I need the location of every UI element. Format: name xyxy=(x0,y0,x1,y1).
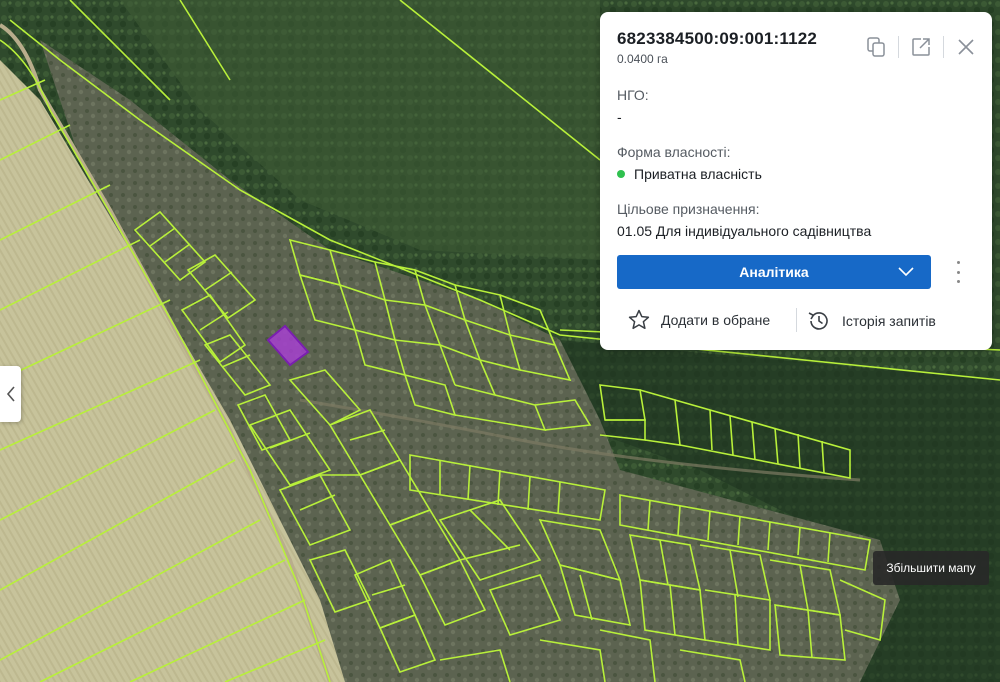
cadastral-number[interactable]: 6823384500:09:001:1122 xyxy=(617,29,817,49)
close-button[interactable] xyxy=(952,34,980,60)
purpose-value: 01.05 Для індивідуального садівництва xyxy=(617,223,872,239)
chevron-left-icon xyxy=(6,386,15,402)
ownership-label: Форма власності: xyxy=(617,144,731,160)
parcel-area: 0.0400 га xyxy=(617,52,668,66)
chevron-down-icon xyxy=(898,267,914,277)
ownership-value-text: Приватна власність xyxy=(634,166,762,182)
favorite-label: Додати в обране xyxy=(661,312,771,328)
panel-header-actions xyxy=(862,34,980,60)
add-to-favorites-button[interactable]: Додати в обране xyxy=(627,308,770,332)
external-link-icon xyxy=(912,38,930,56)
zoom-map-tooltip: Збільшити мапу xyxy=(873,551,989,585)
parcel-info-panel: 6823384500:09:001:1122 0.0400 га НГО: - … xyxy=(600,12,992,350)
history-label: Історія запитів xyxy=(842,313,936,329)
purpose-label: Цільове призначення: xyxy=(617,201,760,217)
open-external-button[interactable] xyxy=(907,34,935,60)
copy-button[interactable] xyxy=(862,34,890,60)
analytics-label: Аналітика xyxy=(739,264,809,280)
ngo-value: - xyxy=(617,109,622,125)
history-icon xyxy=(808,312,828,330)
analytics-button[interactable]: Аналітика xyxy=(617,255,931,289)
ngo-label: НГО: xyxy=(617,87,649,103)
collapse-sidebar-button[interactable] xyxy=(0,366,21,422)
status-dot xyxy=(617,170,625,178)
more-options-button[interactable] xyxy=(950,261,966,283)
star-icon xyxy=(628,309,650,330)
copy-icon xyxy=(867,37,885,57)
close-icon xyxy=(958,39,974,55)
request-history-button[interactable]: Історія запитів xyxy=(806,308,936,334)
ownership-value: Приватна власність xyxy=(617,166,762,182)
